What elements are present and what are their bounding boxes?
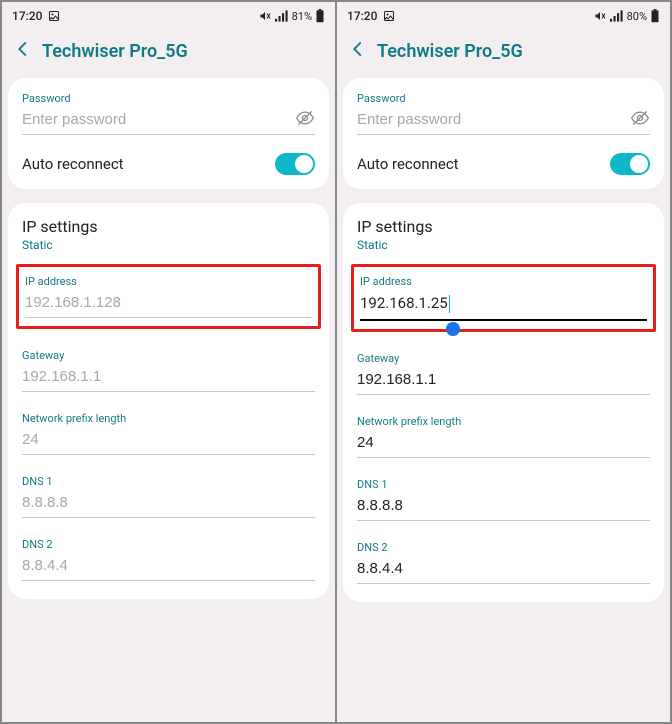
ip-address-value: 192.168.1.25 [360, 294, 448, 312]
image-icon [48, 10, 60, 22]
prefix-input[interactable] [22, 427, 315, 452]
battery-text: 80% [627, 10, 647, 23]
page-title: Techwiser Pro_5G [377, 41, 523, 62]
prefix-label: Network prefix length [357, 415, 650, 428]
visibility-off-icon[interactable] [295, 108, 315, 132]
ip-settings-card: IP settings Static IP address 192.168.1.… [343, 203, 664, 602]
dns2-input[interactable] [357, 556, 650, 581]
password-label: Password [357, 92, 650, 105]
dns2-label: DNS 2 [22, 538, 315, 551]
cursor-handle-icon[interactable] [446, 322, 460, 336]
gateway-label: Gateway [357, 352, 650, 365]
password-input[interactable] [357, 107, 630, 132]
back-icon[interactable] [349, 40, 367, 62]
dns2-label: DNS 2 [357, 541, 650, 554]
dns1-input[interactable] [357, 493, 650, 518]
auto-reconnect-toggle[interactable] [610, 153, 650, 175]
phone-right: 17:20 80% Techwiser Pro_5G Password Auto… [337, 2, 670, 722]
mute-icon [593, 10, 607, 22]
dns2-input[interactable] [22, 553, 315, 578]
ip-address-label: IP address [360, 275, 647, 288]
status-time: 17:20 [12, 9, 42, 23]
password-label: Password [22, 92, 315, 105]
auto-reconnect-label: Auto reconnect [22, 155, 124, 173]
password-card: Password Auto reconnect [343, 78, 664, 189]
prefix-label: Network prefix length [22, 412, 315, 425]
dns1-input[interactable] [22, 490, 315, 515]
visibility-off-icon[interactable] [630, 108, 650, 132]
dns1-label: DNS 1 [22, 475, 315, 488]
page-title: Techwiser Pro_5G [42, 41, 188, 62]
ip-settings-title: IP settings [22, 217, 315, 236]
auto-reconnect-toggle[interactable] [275, 153, 315, 175]
battery-icon [650, 9, 660, 23]
ip-settings-mode[interactable]: Static [357, 238, 650, 252]
back-icon[interactable] [14, 40, 32, 62]
signal-icon [610, 10, 624, 22]
status-bar: 17:20 81% [2, 2, 335, 30]
prefix-input[interactable] [357, 430, 650, 455]
titlebar: Techwiser Pro_5G [337, 30, 670, 78]
text-cursor-icon [449, 295, 450, 313]
gateway-input[interactable] [357, 367, 650, 392]
ip-settings-card: IP settings Static IP address Gateway Ne… [8, 203, 329, 599]
status-bar: 17:20 80% [337, 2, 670, 30]
titlebar: Techwiser Pro_5G [2, 30, 335, 78]
battery-text: 81% [292, 10, 312, 23]
ip-address-label: IP address [25, 275, 312, 288]
gateway-input[interactable] [22, 364, 315, 389]
ip-address-input[interactable] [25, 290, 312, 315]
ip-address-field-highlight: IP address [16, 264, 321, 329]
ip-address-input[interactable]: 192.168.1.25 [360, 290, 647, 317]
status-time: 17:20 [347, 9, 377, 23]
battery-icon [315, 9, 325, 23]
image-icon [383, 10, 395, 22]
ip-settings-mode[interactable]: Static [22, 238, 315, 252]
ip-address-field-highlight: IP address 192.168.1.25 [351, 264, 656, 332]
ip-settings-title: IP settings [357, 217, 650, 236]
phone-left: 17:20 81% Techwiser Pro_5G Password Auto… [2, 2, 335, 722]
gateway-label: Gateway [22, 349, 315, 362]
auto-reconnect-label: Auto reconnect [357, 155, 459, 173]
dns1-label: DNS 1 [357, 478, 650, 491]
password-card: Password Auto reconnect [8, 78, 329, 189]
mute-icon [258, 10, 272, 22]
password-input[interactable] [22, 107, 295, 132]
signal-icon [275, 10, 289, 22]
